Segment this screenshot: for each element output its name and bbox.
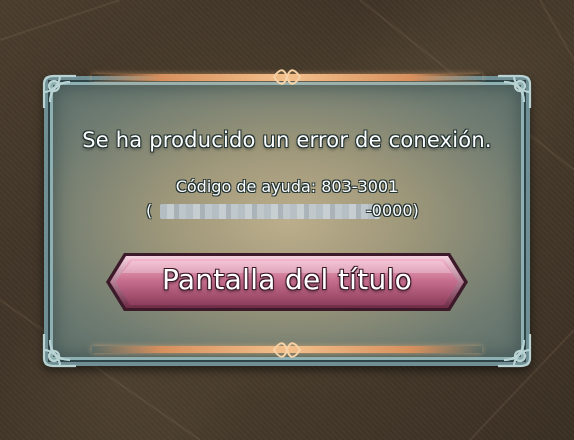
error-code-line: ( -0000) <box>146 199 428 223</box>
title-screen-button-label: Pantalla del título <box>161 263 413 296</box>
help-code: Código de ayuda: 803-3001 <box>175 177 399 196</box>
celtic-knot-divider-icon <box>272 69 302 85</box>
celtic-knot-divider-icon <box>272 342 302 358</box>
code-suffix: -0000) <box>366 201 419 220</box>
celtic-knot-corner-icon <box>498 334 532 368</box>
celtic-knot-corner-icon <box>42 334 76 368</box>
title-screen-button[interactable]: Pantalla del título <box>102 249 472 315</box>
error-message: Se ha producido un error de conexión. <box>82 128 492 152</box>
celtic-knot-corner-icon <box>498 74 532 108</box>
celtic-knot-corner-icon <box>42 74 76 108</box>
redacted-code <box>160 204 380 219</box>
code-paren-open: ( <box>146 201 153 220</box>
